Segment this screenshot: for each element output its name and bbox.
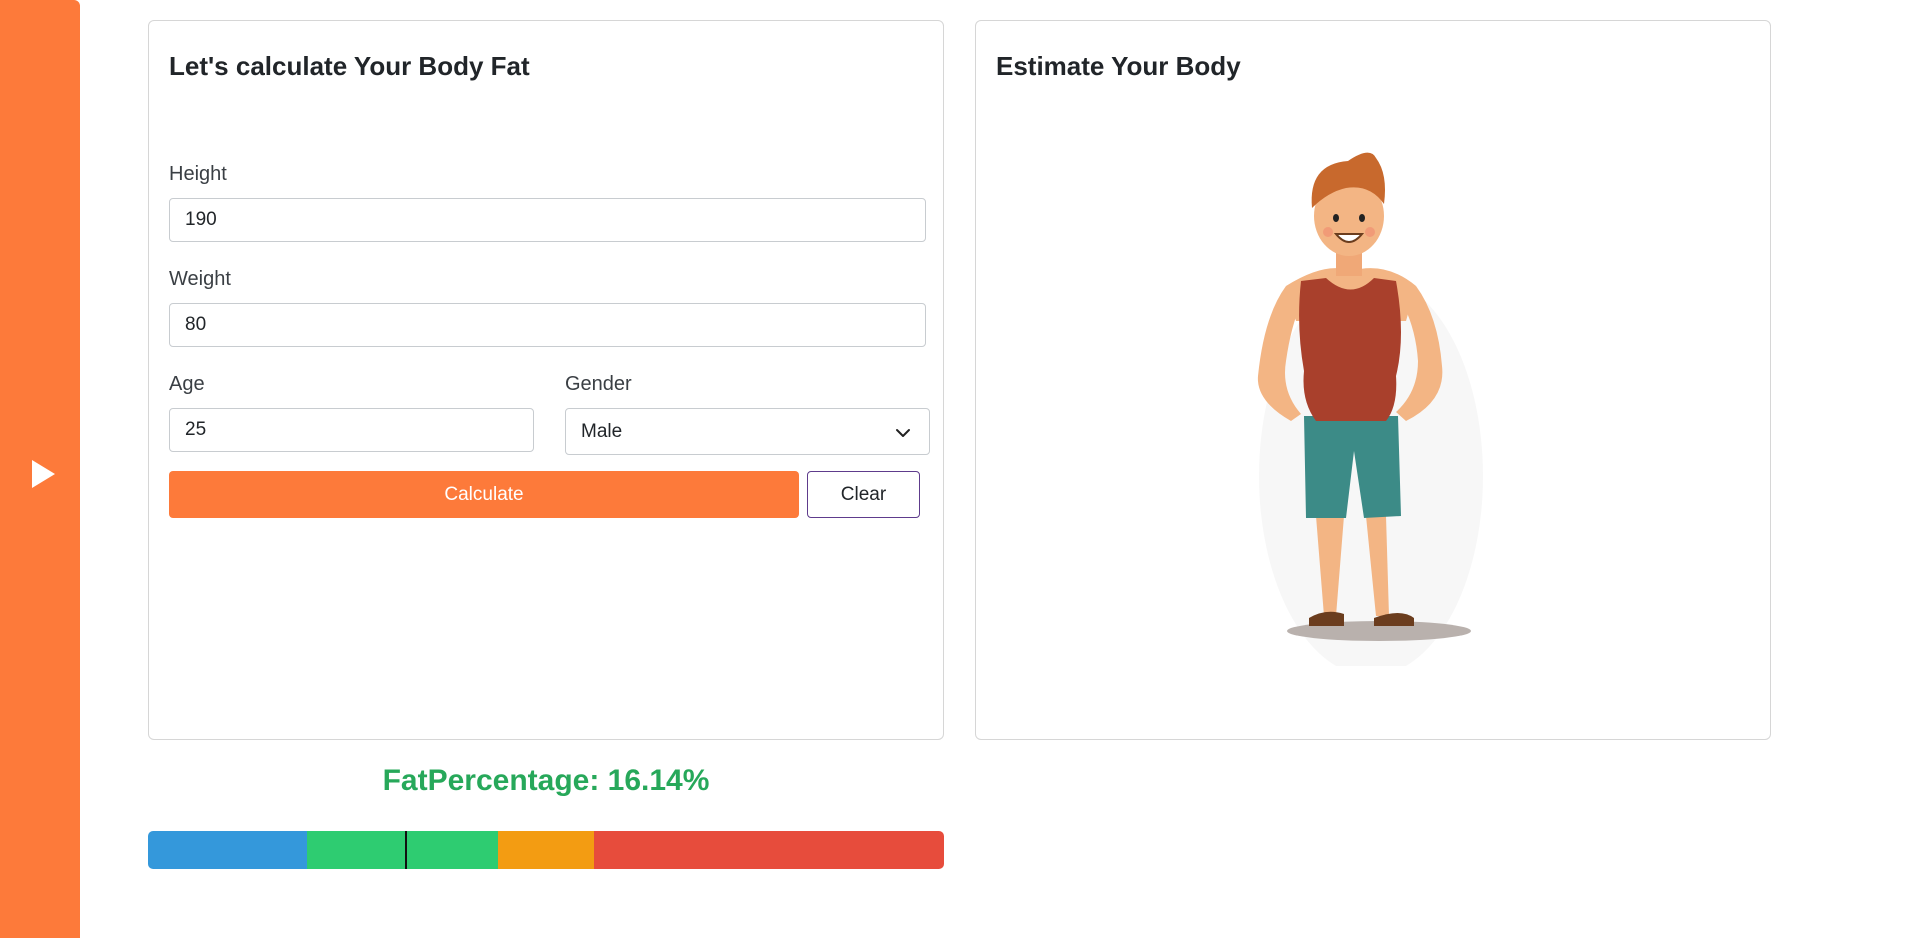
standing-man-illustration (1257, 152, 1483, 676)
fat-scale-bar (148, 831, 944, 869)
sidebar (0, 0, 80, 938)
weight-input[interactable] (169, 303, 926, 347)
fat-scale-segment (498, 831, 594, 869)
height-input[interactable] (169, 198, 926, 242)
weight-label: Weight (169, 268, 231, 290)
calculator-title: Let's calculate Your Body Fat (169, 51, 530, 81)
body-figure (1246, 146, 1496, 676)
calculate-button[interactable]: Calculate (169, 471, 799, 518)
gender-selected-value: Male (581, 421, 623, 442)
gender-select[interactable]: Male (565, 408, 930, 455)
play-triangle-icon (32, 460, 55, 488)
fat-scale-segment (593, 831, 944, 869)
fat-scale-segment (307, 831, 499, 869)
height-label: Height (169, 163, 227, 185)
clear-button[interactable]: Clear (807, 471, 920, 518)
fat-scale-segment (148, 831, 308, 869)
gender-label: Gender (565, 373, 632, 395)
estimate-title: Estimate Your Body (996, 51, 1241, 81)
fat-percentage-result: FatPercentage: 16.14% (382, 764, 710, 797)
chevron-down-icon (896, 429, 910, 437)
age-label: Age (169, 373, 205, 395)
estimate-body-card: Estimate Your Body (975, 20, 1771, 740)
age-input[interactable] (169, 408, 534, 452)
fat-scale-marker (405, 831, 408, 869)
body-fat-calculator-card: Let's calculate Your Body Fat Height Wei… (148, 20, 944, 740)
sidebar-toggle-button[interactable] (27, 458, 59, 490)
